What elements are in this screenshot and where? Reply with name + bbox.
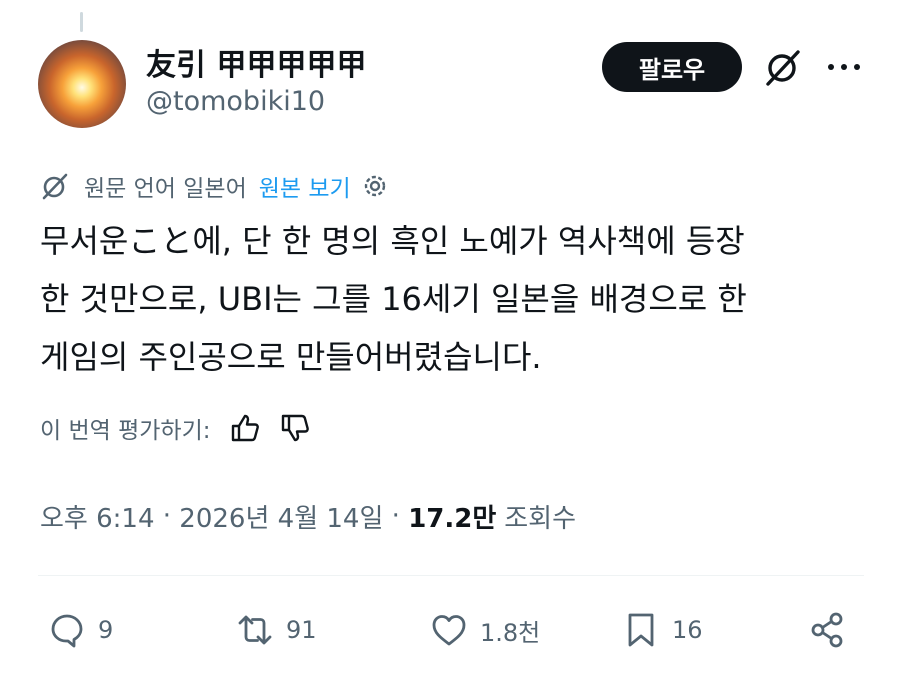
display-name[interactable]: 友引 甲甲甲甲甲 xyxy=(146,40,366,84)
grok-translate-icon xyxy=(42,173,68,200)
like-button[interactable]: 1.8천 xyxy=(430,605,540,655)
view-original-link[interactable]: 원본 보기 xyxy=(259,169,351,203)
translation-label: 원문 언어 일본어 xyxy=(84,176,247,202)
reply-count: 9 xyxy=(98,616,114,644)
views-count: 17.2만 xyxy=(408,503,497,534)
bookmark-icon xyxy=(628,613,654,647)
views-label: 조회수 xyxy=(504,503,577,534)
tweet-line: 한 것만으로, UBI는 그를 16세기 일본을 배경으로 한 xyxy=(40,280,747,318)
tweet-line: 무서운こと에, 단 한 명의 흑인 노예가 역사책에 등장 xyxy=(40,222,745,260)
gear-icon[interactable] xyxy=(361,172,389,200)
follow-button[interactable]: 팔로우 xyxy=(602,42,742,92)
repost-icon xyxy=(238,615,272,645)
divider xyxy=(38,575,864,576)
thread-line xyxy=(80,12,83,32)
tweet-line: 게임의 주인공으로 만들어버렸습니다. xyxy=(40,338,542,376)
rating-label: 이 번역 평가하기: xyxy=(40,418,211,444)
bookmark-count: 16 xyxy=(672,616,703,644)
bookmark-button[interactable]: 16 xyxy=(622,605,703,655)
thumbs-up-icon[interactable] xyxy=(229,412,261,444)
like-count: 1.8천 xyxy=(480,618,541,647)
share-icon xyxy=(811,612,843,648)
translation-info: 원문 언어 일본어 원본 보기 xyxy=(40,168,389,204)
heart-icon xyxy=(432,615,466,646)
repost-count: 91 xyxy=(286,616,317,644)
reply-button[interactable]: 9 xyxy=(48,605,113,655)
repost-button[interactable]: 91 xyxy=(236,605,317,655)
reply-icon xyxy=(51,614,83,648)
user-handle[interactable]: @tomobiki10 xyxy=(146,86,325,117)
action-bar: 9 91 1.8천 16 xyxy=(38,605,864,655)
tweet-meta: 오후 6:14 · 2026년 4월 14일 · 17.2만 조회수 xyxy=(40,496,576,536)
tweet-text: 무서운こと에, 단 한 명의 흑인 노예가 역사책에 등장 한 것만으로, UB… xyxy=(40,212,860,386)
avatar[interactable] xyxy=(38,40,126,128)
share-button[interactable] xyxy=(808,605,858,655)
grok-icon[interactable] xyxy=(762,46,804,88)
tweet-time[interactable]: 오후 6:14 xyxy=(40,498,155,535)
more-icon[interactable] xyxy=(824,52,864,82)
meta-separator: · xyxy=(383,501,409,531)
tweet-date[interactable]: 2026년 4월 14일 xyxy=(179,498,383,535)
meta-separator: · xyxy=(154,501,180,531)
thumbs-down-icon[interactable] xyxy=(279,412,311,444)
translation-rating: 이 번역 평가하기: xyxy=(40,408,311,448)
